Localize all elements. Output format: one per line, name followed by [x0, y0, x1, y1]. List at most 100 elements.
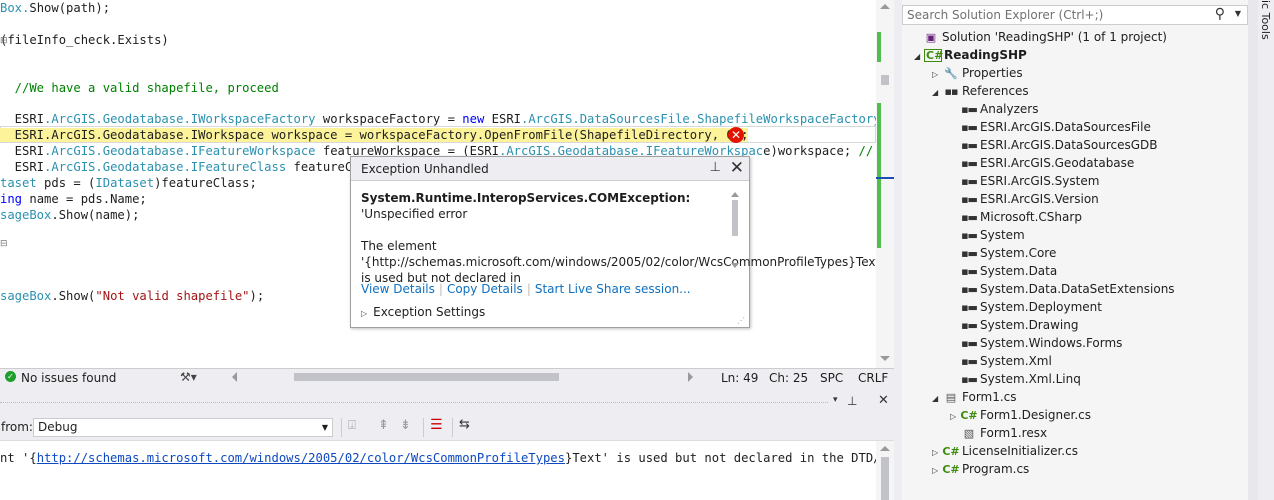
- word-wrap-icon[interactable]: ⇆: [459, 417, 470, 432]
- tree-item[interactable]: ▪▬ System.Drawing: [950, 316, 1078, 334]
- tree-item[interactable]: ▪▬ ESRI.ArcGIS.DataSourcesGDB: [950, 136, 1157, 154]
- output-text-area[interactable]: nt '{http://schemas.microsoft.com/window…: [0, 441, 876, 500]
- code-line[interactable]: ESRI.ArcGIS.Geodatabase.IWorkspaceFactor…: [0, 111, 876, 127]
- code-line[interactable]: ing name = pds.Name;: [0, 191, 147, 207]
- scroll-thumb[interactable]: [881, 75, 889, 85]
- clear-all-icon[interactable]: ☰: [430, 417, 443, 433]
- pin-icon[interactable]: ⊥: [847, 394, 857, 408]
- tree-item[interactable]: ▪▬ ESRI.ArcGIS.DataSourcesFile: [950, 118, 1151, 136]
- output-line-prefix: nt '{: [0, 451, 37, 465]
- editor-horizontal-scrollbar[interactable]: [232, 373, 696, 381]
- column-number[interactable]: Ch: 25: [769, 370, 808, 386]
- tree-item[interactable]: ▪▬ System.Data: [950, 262, 1057, 280]
- exception-message: System.Runtime.InteropServices.COMExcept…: [361, 190, 876, 286]
- close-icon[interactable]: ✕: [730, 158, 744, 178]
- horizontal-scroll-thumb[interactable]: [294, 373, 559, 381]
- line-number[interactable]: Ln: 49: [721, 370, 758, 386]
- whitespace-mode[interactable]: SPC: [820, 370, 843, 386]
- tree-item-label: Form1.Designer.cs: [980, 408, 1091, 422]
- exception-detail: The element '{http://schemas.microsoft.c…: [361, 239, 876, 285]
- tree-item[interactable]: ◢ C#ReadingSHP: [914, 46, 1027, 64]
- fold-marker[interactable]: ⊟: [0, 239, 10, 249]
- resize-grip-icon[interactable]: ⋰: [737, 316, 746, 325]
- find-message-icon[interactable]: ⍗: [348, 418, 356, 433]
- tree-item[interactable]: ▪▬ System.Deployment: [950, 298, 1102, 316]
- side-tool-tab[interactable]: [1258, 0, 1274, 500]
- panel-splitter[interactable]: [894, 0, 902, 500]
- exception-settings-expander[interactable]: ▷ Exception Settings: [361, 305, 485, 319]
- expand-arrow-icon[interactable]: ▷: [932, 462, 942, 480]
- tree-item[interactable]: ▷ C# LicenseInitializer.cs: [932, 442, 1078, 460]
- tree-item[interactable]: ▷ 🔧 Properties: [932, 64, 1023, 82]
- fold-marker[interactable]: ⊟: [0, 36, 10, 46]
- code-editor[interactable]: Box.Show(path); (fileInfo_check.Exists) /…: [0, 0, 876, 368]
- code-line[interactable]: ESRI.ArcGIS.Geodatabase.IFeatureClass fe…: [0, 159, 367, 175]
- pin-icon[interactable]: ⊥: [710, 160, 721, 175]
- view-details-link[interactable]: View Details: [361, 282, 435, 296]
- solution-search-box[interactable]: Search Solution Explorer (Ctrl+;) ⚲ ▼: [902, 5, 1248, 25]
- output-vertical-scrollbar[interactable]: [876, 441, 894, 500]
- collapse-arrow-icon[interactable]: ◢: [932, 390, 942, 408]
- search-icon[interactable]: ⚲: [1215, 6, 1225, 22]
- issues-status[interactable]: No issues found: [21, 370, 116, 386]
- tree-item[interactable]: ▧ Form1.resx: [950, 424, 1047, 442]
- output-source-select[interactable]: Debug ▼: [33, 418, 333, 437]
- code-line[interactable]: //We have a valid shapefile, proceed: [0, 80, 279, 96]
- schema-link[interactable]: http://schemas.microsoft.com/windows/200…: [37, 451, 565, 465]
- tree-item[interactable]: ▣ Solution 'ReadingSHP' (1 of 1 project): [912, 28, 1167, 46]
- output-source-value: Debug: [38, 420, 78, 434]
- scroll-down-icon[interactable]: [880, 356, 890, 361]
- chevron-down-icon[interactable]: ▼: [1235, 9, 1241, 18]
- code-line[interactable]: (fileInfo_check.Exists): [0, 32, 169, 48]
- code-line[interactable]: sageBox.Show(name);: [0, 207, 139, 223]
- side-tab-label[interactable]: ic Tools: [1259, 0, 1272, 40]
- tree-item-label: ESRI.ArcGIS.DataSourcesFile: [980, 120, 1151, 134]
- collapse-arrow-icon[interactable]: ◢: [932, 84, 942, 102]
- tree-item[interactable]: ▪▬ System.Core: [950, 244, 1056, 262]
- close-icon[interactable]: ✕: [878, 393, 889, 408]
- line-ending[interactable]: CRLF: [858, 370, 888, 386]
- csharp-file-icon: C#: [942, 445, 960, 458]
- scroll-up-icon[interactable]: [880, 446, 890, 451]
- reference-icon: ▪▬: [961, 103, 978, 116]
- tree-item[interactable]: ▪▬ System.Xml.Linq: [950, 370, 1081, 388]
- copy-details-link[interactable]: Copy Details: [447, 282, 523, 296]
- tree-item[interactable]: ▪▬ System.Data.DataSetExtensions: [950, 280, 1175, 298]
- wrench-icon: 🔧: [944, 67, 958, 80]
- code-token: (fileInfo_check.Exists): [0, 33, 169, 47]
- search-placeholder: Search Solution Explorer (Ctrl+;): [907, 8, 1104, 22]
- code-cleanup-icon[interactable]: ⚒▾: [180, 369, 197, 385]
- collapse-arrow-icon[interactable]: ◢: [914, 48, 924, 66]
- tree-item[interactable]: ▪▬ ESRI.ArcGIS.System: [950, 172, 1099, 190]
- code-line[interactable]: ESRI.ArcGIS.Geodatabase.IWorkspace works…: [0, 127, 749, 143]
- code-line[interactable]: Box.Show(path);: [0, 0, 110, 16]
- scroll-thumb[interactable]: [881, 457, 889, 500]
- next-message-icon[interactable]: ⇟: [400, 418, 411, 433]
- previous-message-icon[interactable]: ⇞: [378, 418, 389, 433]
- tree-item[interactable]: ▪▬ ESRI.ArcGIS.Geodatabase: [950, 154, 1134, 172]
- code-line[interactable]: sageBox.Show("Not valid shapefile");: [0, 288, 264, 304]
- scroll-right-icon[interactable]: [688, 372, 693, 382]
- code-line[interactable]: taset pds = (IDataset)featureClass;: [0, 175, 257, 191]
- tree-item[interactable]: ▪▬ System.Windows.Forms: [950, 334, 1122, 352]
- exception-scrollbar[interactable]: [728, 190, 742, 270]
- scroll-up-icon[interactable]: [880, 4, 890, 9]
- tree-item[interactable]: ▪▬ ESRI.ArcGIS.Version: [950, 190, 1099, 208]
- error-icon[interactable]: ✕: [728, 127, 744, 143]
- solution-explorer-scrollbar[interactable]: [1248, 0, 1258, 500]
- tree-item[interactable]: ▪▬ System: [950, 226, 1025, 244]
- tree-item[interactable]: ◢ ▪▪ References: [932, 82, 1029, 100]
- tree-item[interactable]: ▷ C# Form1.Designer.cs: [950, 406, 1091, 424]
- tree-item[interactable]: ▷ C# Program.cs: [932, 460, 1029, 478]
- tree-item[interactable]: ▪▬ Analyzers: [950, 100, 1038, 118]
- reference-icon: ▪▬: [961, 139, 978, 152]
- window-position-icon[interactable]: ▾: [833, 395, 838, 405]
- live-share-link[interactable]: Start Live Share session...: [535, 282, 691, 296]
- tree-item[interactable]: ▪▬ Microsoft.CSharp: [950, 208, 1082, 226]
- tree-item[interactable]: ◢ ▤ Form1.cs: [932, 388, 1017, 406]
- exception-popup: Exception Unhandled ⊥ ✕ System.Runtime.I…: [350, 156, 876, 328]
- code-token: .ArcGIS.Geodatabase.: [44, 160, 191, 174]
- tree-item[interactable]: ▪▬ System.Xml: [950, 352, 1052, 370]
- solution-explorer: Search Solution Explorer (Ctrl+;) ⚲ ▼ ▣ S…: [902, 0, 1248, 500]
- editor-vertical-scrollbar[interactable]: [876, 0, 894, 368]
